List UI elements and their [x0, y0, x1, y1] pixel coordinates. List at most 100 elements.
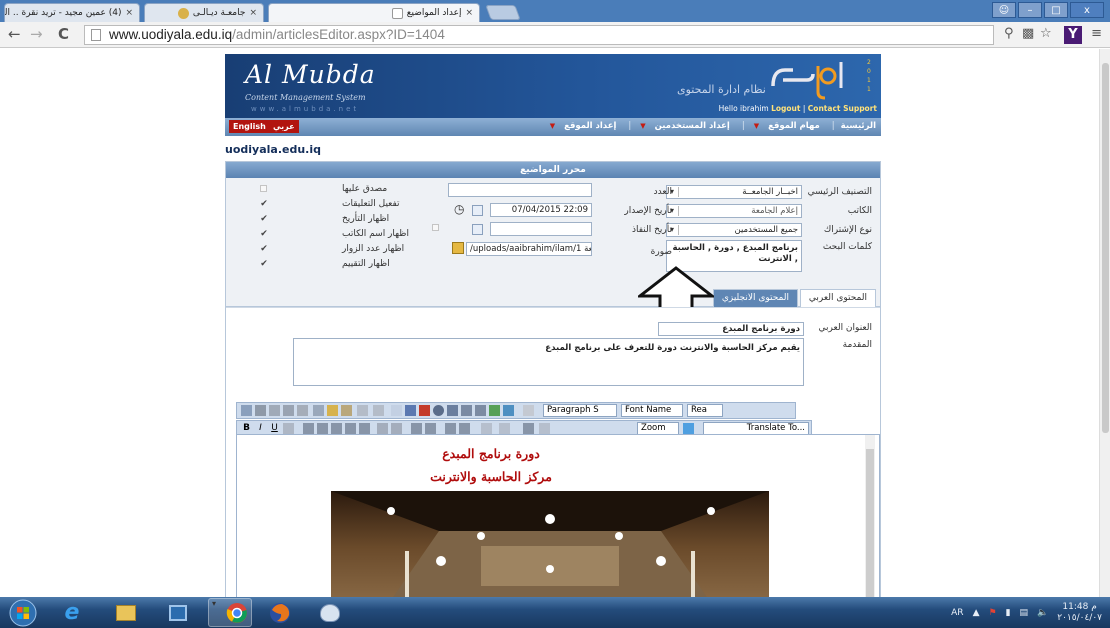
table-icon[interactable] — [475, 405, 486, 416]
align-right-icon[interactable] — [331, 423, 342, 434]
menu-icon[interactable]: ≡ — [1091, 26, 1102, 41]
category-select[interactable]: اخبــار الجامعــة — [666, 185, 802, 199]
cut-icon[interactable] — [255, 405, 266, 416]
chrome-icon[interactable] — [208, 598, 252, 627]
indent-icon[interactable] — [425, 423, 436, 434]
paint-icon[interactable] — [308, 598, 352, 627]
rtl-icon[interactable] — [391, 423, 402, 434]
justify-full-icon[interactable] — [359, 423, 370, 434]
paste-text-icon[interactable] — [297, 405, 308, 416]
language-indicator[interactable]: AR — [951, 608, 963, 618]
clock-icon[interactable]: ◷ — [454, 202, 464, 216]
approved-checkbox[interactable] — [260, 185, 267, 192]
paragraph-style-dropdown[interactable]: Paragraph S — [543, 404, 617, 417]
expiry-checkbox[interactable] — [432, 224, 439, 231]
show-date-checkbox[interactable]: ✔ — [259, 214, 269, 224]
underline-icon[interactable]: U — [269, 423, 280, 434]
media-player-icon[interactable] — [156, 598, 200, 627]
browser-tab-facebook[interactable]: × (4) عمين مجيد - تريد نقرة .. التحة — [4, 3, 140, 22]
symbol-icon[interactable] — [539, 423, 550, 434]
ltr-icon[interactable] — [377, 423, 388, 434]
new-tab-button[interactable] — [485, 5, 521, 20]
link-icon[interactable] — [489, 405, 500, 416]
tray-expand-icon[interactable]: ▲ — [973, 608, 980, 618]
yahoo-extension-icon[interactable]: Y — [1064, 26, 1082, 44]
volume-icon[interactable]: 🔈 — [1037, 608, 1048, 618]
forward-icon[interactable]: → — [30, 26, 43, 42]
intro-textarea[interactable]: يقيم مركز الحاسبة والانترنت دورة للتعرف … — [293, 338, 804, 386]
zoom-icon[interactable]: ⚲ — [1004, 26, 1014, 41]
arabic-title-input[interactable]: دورة برنامج المبدع — [658, 322, 804, 336]
writer-select[interactable]: إعلام الجامعة — [666, 204, 802, 218]
file-explorer-icon[interactable] — [104, 598, 148, 627]
close-icon[interactable]: × — [465, 8, 473, 18]
ordered-list-icon[interactable] — [445, 423, 456, 434]
image-icon[interactable] — [405, 405, 416, 416]
browser-tab-uodiyala[interactable]: × جامعـة ديـالـى — [144, 3, 264, 22]
english-button[interactable]: English — [229, 120, 270, 133]
comments-checkbox[interactable]: ✔ — [259, 199, 269, 209]
justify-icon[interactable] — [345, 423, 356, 434]
close-window-button[interactable]: x — [1070, 2, 1104, 18]
highlight-icon[interactable] — [499, 423, 510, 434]
font-name-dropdown[interactable]: Font Name — [621, 404, 683, 417]
back-icon[interactable]: ← — [8, 26, 21, 42]
flash-icon[interactable] — [419, 405, 430, 416]
template-icon[interactable] — [461, 405, 472, 416]
redo-icon[interactable] — [373, 405, 384, 416]
special-char-icon[interactable] — [523, 423, 534, 434]
unordered-list-icon[interactable] — [459, 423, 470, 434]
find-icon[interactable] — [313, 405, 324, 416]
paste-word-icon[interactable] — [327, 405, 338, 416]
bold-icon[interactable]: B — [241, 423, 252, 434]
editor-scrollbar[interactable] — [865, 435, 875, 601]
align-center-icon[interactable] — [317, 423, 328, 434]
tab-english-content[interactable]: المحتوى الانجليزي — [712, 289, 798, 307]
battery-icon[interactable]: ▮ — [1006, 608, 1011, 618]
address-bar[interactable]: www.uodiyala.edu.iq/admin/articlesEditor… — [84, 25, 994, 45]
outdent-icon[interactable] — [411, 423, 422, 434]
close-icon[interactable]: × — [125, 8, 133, 18]
drag-handle-icon[interactable] — [241, 405, 252, 416]
browser-tab-articles-editor[interactable]: × إعداد المواضيع — [268, 3, 480, 22]
folder-icon[interactable] — [452, 242, 464, 254]
tab-arabic-content[interactable]: المحتوى العربي — [799, 289, 876, 307]
internet-explorer-icon[interactable]: e — [50, 598, 94, 627]
document-icon[interactable] — [447, 405, 458, 416]
clock[interactable]: 11:48 م ٢٠١٥/٠٤/٠٧ — [1057, 602, 1102, 624]
media-icon[interactable] — [433, 405, 444, 416]
start-button[interactable] — [0, 598, 46, 627]
action-center-icon[interactable]: ⚑ — [988, 608, 996, 618]
translate-icon[interactable] — [683, 423, 694, 434]
star-icon[interactable]: ☆ — [1040, 26, 1052, 41]
menu-item-site-settings[interactable]: إعداد الموقع ▼ — [544, 121, 623, 131]
subscription-select[interactable]: جميع المستخدمين — [666, 223, 802, 237]
font-color-icon[interactable] — [481, 423, 492, 434]
italic-icon[interactable]: I — [255, 423, 266, 434]
close-icon[interactable]: × — [249, 8, 257, 18]
copy-icon[interactable] — [269, 405, 280, 416]
menu-item-user-settings[interactable]: إعداد المستخدمين ▼ — [634, 121, 736, 131]
expiry-date-input[interactable] — [490, 222, 592, 236]
calendar-icon[interactable] — [472, 224, 483, 235]
strikethrough-icon[interactable] — [283, 423, 294, 434]
arabic-button[interactable]: عربي — [269, 120, 299, 133]
menu-item-site-tasks[interactable]: مهام الموقع ▼ — [748, 121, 826, 131]
firefox-icon[interactable] — [258, 598, 302, 627]
menu-item-home[interactable]: الرئيسية — [838, 121, 879, 131]
paragraph-mark-icon[interactable] — [523, 405, 534, 416]
undo-icon[interactable] — [357, 405, 368, 416]
scroll-thumb[interactable] — [1102, 63, 1109, 433]
issue-input[interactable] — [448, 183, 592, 197]
translate-icon[interactable]: ▩ — [1022, 26, 1034, 41]
font-size-dropdown[interactable]: Rea — [687, 404, 723, 417]
show-visitors-checkbox[interactable]: ✔ — [259, 244, 269, 254]
calendar-icon[interactable] — [472, 205, 483, 216]
minimize-button[interactable]: – — [1018, 2, 1042, 18]
align-left-icon[interactable] — [303, 423, 314, 434]
image-path-input[interactable]: /uploads/aaibrahim/ilam/1 جامعة — [466, 242, 592, 256]
logout-link[interactable]: Logout — [771, 104, 800, 113]
contact-support-link[interactable]: Contact Support — [808, 104, 877, 113]
maximize-button[interactable]: □ — [1044, 2, 1068, 18]
network-icon[interactable]: ▤ — [1020, 608, 1029, 618]
